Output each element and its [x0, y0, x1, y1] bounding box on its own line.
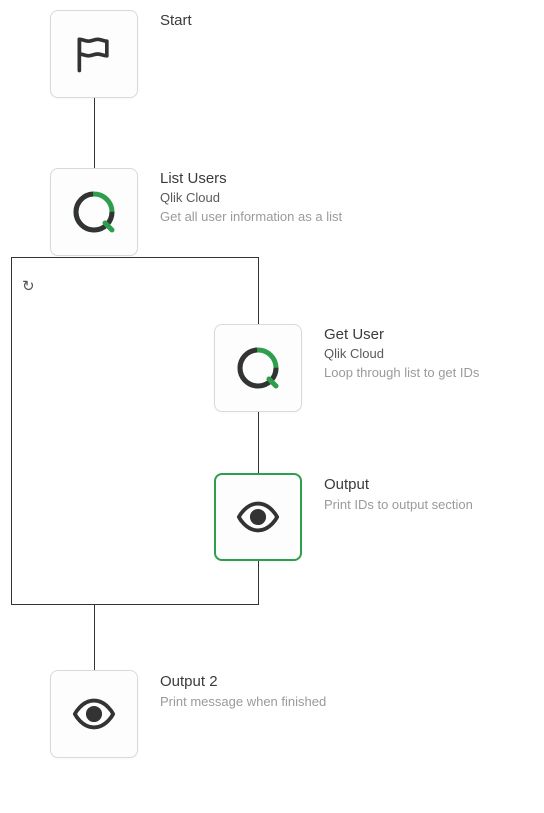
node-desc: Print IDs to output section [324, 497, 473, 514]
node-title: List Users [160, 170, 342, 188]
connector [94, 98, 95, 168]
node-get-user-labels: Get User Qlik Cloud Loop through list to… [324, 326, 479, 381]
connector [94, 605, 95, 670]
node-title: Output 2 [160, 673, 326, 691]
node-desc: Get all user information as a list [160, 209, 342, 226]
node-list-users[interactable] [50, 168, 138, 256]
eye-icon [235, 494, 281, 540]
node-desc: Print message when finished [160, 694, 326, 711]
flag-icon [72, 32, 116, 76]
flow-canvas: ↻ Start List Users Qlik Cloud Get all us… [0, 0, 544, 813]
node-title: Output [324, 476, 473, 494]
node-output-labels: Output Print IDs to output section [324, 476, 473, 514]
node-output-2[interactable] [50, 670, 138, 758]
node-start[interactable] [50, 10, 138, 98]
node-output[interactable] [214, 473, 302, 561]
node-subtitle: Qlik Cloud [324, 346, 479, 362]
qlik-icon [234, 344, 282, 392]
connector [258, 258, 259, 324]
node-get-user[interactable] [214, 324, 302, 412]
node-title: Start [160, 12, 192, 30]
node-start-labels: Start [160, 12, 192, 30]
node-desc: Loop through list to get IDs [324, 365, 479, 382]
qlik-icon [70, 188, 118, 236]
node-title: Get User [324, 326, 479, 344]
eye-icon [71, 691, 117, 737]
node-subtitle: Qlik Cloud [160, 190, 342, 206]
loop-icon: ↻ [22, 277, 35, 295]
node-output-2-labels: Output 2 Print message when finished [160, 673, 326, 711]
node-list-users-labels: List Users Qlik Cloud Get all user infor… [160, 170, 342, 225]
